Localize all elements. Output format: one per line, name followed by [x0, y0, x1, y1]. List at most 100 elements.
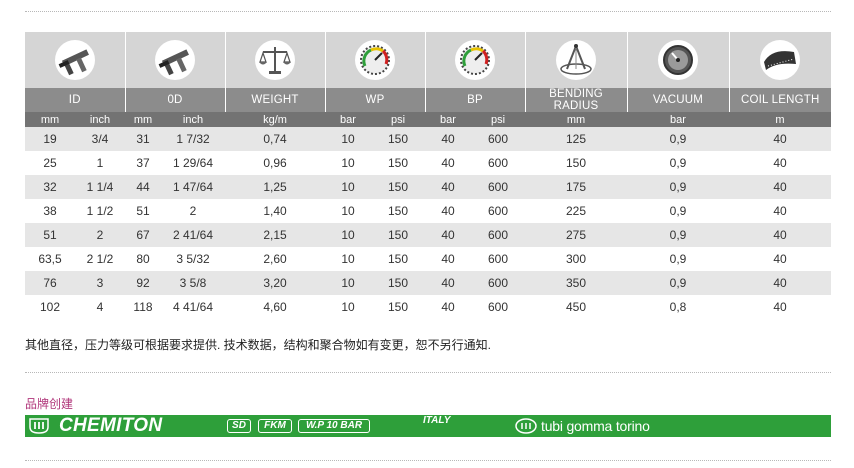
table-cell: 3 5/8 [161, 271, 225, 295]
table-cell: 150 [371, 127, 425, 151]
column-header-bending-radius: BENDING RADIUS [524, 88, 627, 112]
unit-cell: bar [425, 112, 471, 127]
table-cell: 40 [441, 204, 455, 218]
spec-table: ID 0D WEIGHT WP BP BENDING RADIUS VACUUM… [25, 32, 831, 319]
table-cell: 51 [25, 223, 75, 247]
table-cell: 40 [729, 223, 831, 247]
table-cell: 1 [96, 156, 104, 170]
table-cell: 2 1/2 [86, 252, 114, 266]
table-cell: 40 [425, 271, 471, 295]
table-cell: 1,25 [225, 175, 325, 199]
table-cell: 600 [487, 300, 509, 314]
table-row: 51 2 67 2 41/64 2,15 10 150 40 600 275 0,9 40 [25, 223, 831, 247]
table-cell: 63,5 [38, 252, 62, 266]
table-cell: 3 [75, 271, 125, 295]
table-cell: 40 [441, 156, 455, 170]
table-cell: 600 [471, 175, 525, 199]
brand-bar: CHEMITON SD FKM W.P 10 BAR ITALY tubi go… [25, 415, 831, 437]
tag-fkm: FKM [258, 419, 292, 433]
table-cell: 10 [341, 252, 355, 266]
table-cell: 10 [341, 156, 355, 170]
caliper-icon [25, 32, 125, 88]
brand-label: 品牌创建 [25, 397, 74, 411]
table-cell: 150 [371, 271, 425, 295]
table-cell: 150 [387, 156, 409, 170]
unit-row: mm inch mm inch kg/m bar psi bar psi mm … [25, 112, 831, 127]
table-cell: 0,9 [669, 204, 687, 218]
table-cell: 10 [325, 271, 371, 295]
table-cell: 0,74 [225, 127, 325, 151]
unit-cell: kg/m [225, 112, 325, 127]
column-header-coil-length: COIL LENGTH [728, 88, 831, 112]
table-cell: 1 1/4 [75, 175, 125, 199]
table-cell: 600 [471, 271, 525, 295]
table-row: 63,5 2 1/2 80 3 5/32 2,60 10 150 40 600 300 0,9 40 [25, 247, 831, 271]
table-cell: 600 [487, 156, 509, 170]
table-cell: 40 [773, 156, 787, 170]
table-cell: 10 [341, 300, 355, 314]
table-cell: 25 [43, 156, 57, 170]
maker-name: tubi gomma torino [541, 418, 650, 434]
unit-cell: bar [325, 112, 371, 127]
tag-working-pressure: W.P 10 BAR [298, 419, 370, 433]
table-cell: 2,60 [263, 252, 287, 266]
table-cell: 40 [729, 271, 831, 295]
table-cell: 3,20 [225, 271, 325, 295]
column-header-od: 0D [124, 88, 225, 112]
table-cell: 40 [729, 127, 831, 151]
table-cell: 4,60 [263, 300, 287, 314]
footnote: 其他直径，压力等级可根据要求提供. 技术数据，结构和聚合物如有变更，恕不另行通知… [25, 338, 492, 352]
table-cell: 600 [471, 127, 525, 151]
bottom-divider [25, 460, 831, 461]
table-cell: 3 5/32 [176, 252, 210, 266]
table-cell: 40 [441, 252, 455, 266]
table-cell: 0,9 [669, 156, 687, 170]
table-cell: 150 [371, 175, 425, 199]
table-cell: 4 [96, 300, 104, 314]
table-cell: 92 [125, 271, 161, 295]
table-cell: 225 [565, 204, 587, 218]
table-cell: 40 [729, 175, 831, 199]
unit-cell: inch [161, 112, 225, 127]
unit-cell: m [729, 112, 831, 127]
table-cell: 4 41/64 [172, 300, 214, 314]
table-cell: 40 [441, 300, 455, 314]
table-cell: 0,9 [627, 223, 729, 247]
table-cell: 600 [487, 252, 509, 266]
table-cell: 31 [125, 127, 161, 151]
column-header-weight: WEIGHT [224, 88, 325, 112]
table-cell: 40 [773, 204, 787, 218]
table-cell: 275 [525, 223, 627, 247]
table-cell: 10 [341, 204, 355, 218]
table-body: 19 3/4 31 1 7/32 0,74 10 150 40 600 125 0,9 40 25 1 37… [25, 127, 831, 319]
table-cell: 0,96 [263, 156, 287, 170]
column-header-vacuum: VACUUM [626, 88, 729, 112]
brand-origin: ITALY [423, 415, 451, 426]
table-cell: 40 [773, 300, 787, 314]
unit-cell: psi [471, 112, 525, 127]
column-header-wp: WP [324, 88, 425, 112]
table-cell: 150 [387, 252, 409, 266]
table-cell: 150 [387, 204, 409, 218]
table-cell: 40 [425, 127, 471, 151]
table-cell: 300 [565, 252, 587, 266]
table-cell: 150 [371, 223, 425, 247]
table-row: 19 3/4 31 1 7/32 0,74 10 150 40 600 125 0,9 40 [25, 127, 831, 151]
table-cell: 0,8 [669, 300, 687, 314]
top-divider [25, 11, 831, 12]
table-cell: 67 [125, 223, 161, 247]
table-cell: 600 [487, 204, 509, 218]
table-cell: 600 [471, 223, 525, 247]
table-cell: 1 7/32 [161, 127, 225, 151]
table-row: 102 4 118 4 41/64 4,60 10 150 40 600 450 0,8 40 [25, 295, 831, 319]
table-row: 38 1 1/2 51 2 1,40 10 150 40 600 225 0,9 40 [25, 199, 831, 223]
unit-cell: inch [75, 112, 125, 127]
pressure-gauge-icon [424, 32, 525, 88]
table-cell: 38 [43, 204, 57, 218]
table-cell: 3/4 [75, 127, 125, 151]
table-cell: 10 [325, 223, 371, 247]
bending-radius-icon [524, 32, 627, 88]
table-row: 25 1 37 1 29/64 0,96 10 150 40 600 150 0,9 40 [25, 151, 831, 175]
table-cell: 175 [525, 175, 627, 199]
table-cell: 1 1/2 [86, 204, 114, 218]
